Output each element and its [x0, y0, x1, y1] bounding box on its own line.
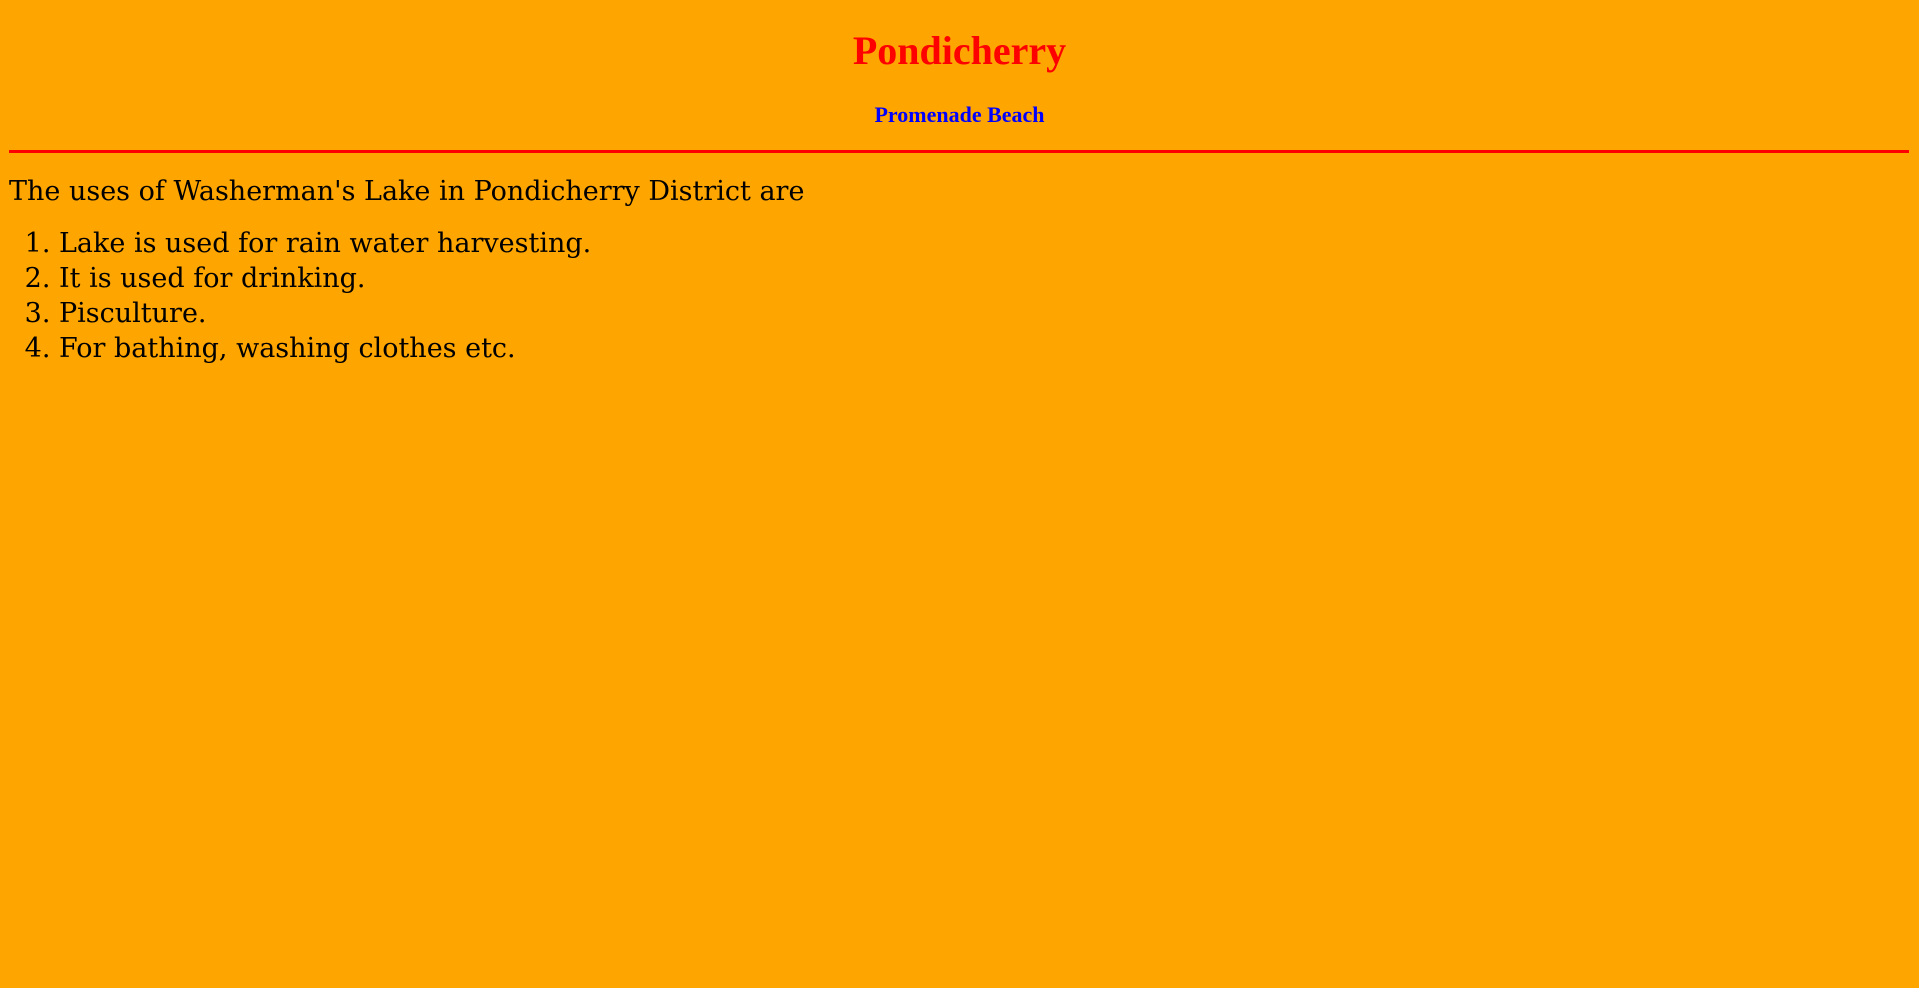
list-item: Lake is used for rain water harvesting. — [59, 226, 591, 261]
page-background: Pondicherry Promenade Beach The uses of … — [0, 0, 1919, 988]
uses-list: Lake is used for rain water harvesting. … — [0, 226, 591, 366]
intro-paragraph: The uses of Washerman's Lake in Pondiche… — [9, 176, 805, 207]
list-item: Pisculture. — [59, 296, 591, 331]
list-item: It is used for drinking. — [59, 261, 591, 296]
page-subtitle: Promenade Beach — [874, 102, 1045, 127]
horizontal-divider — [9, 150, 1909, 153]
page-title: Pondicherry — [852, 28, 1067, 73]
list-item: For bathing, washing clothes etc. — [59, 331, 591, 366]
